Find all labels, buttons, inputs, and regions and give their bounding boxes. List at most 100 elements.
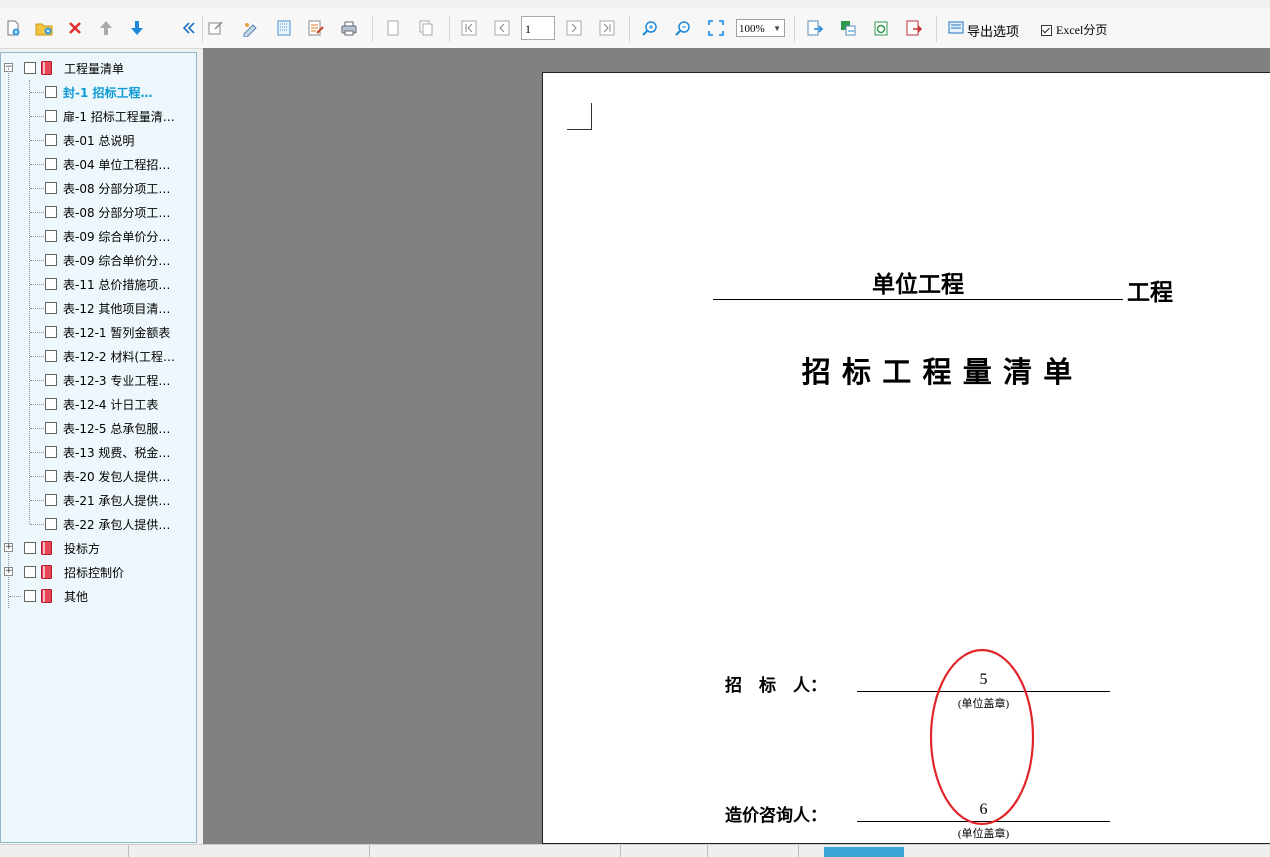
export-options-button[interactable]: 导出选项 — [967, 21, 1019, 40]
new-folder-icon[interactable] — [34, 18, 54, 38]
design-icon[interactable] — [240, 18, 260, 38]
toolbar: 1 100% ▼ 导出选项 Excel分页 — [0, 8, 1270, 49]
single-page-icon[interactable] — [383, 18, 403, 38]
move-down-icon[interactable] — [127, 18, 147, 38]
tree-checkbox[interactable] — [45, 230, 57, 242]
tree-item[interactable]: 表-20 发包人提供… — [1, 464, 196, 488]
tree-item-label: 表-12-1 暂列金额表 — [63, 326, 171, 340]
page-setup-icon[interactable] — [274, 18, 294, 38]
page-number-input[interactable]: 1 — [521, 16, 555, 40]
export-pdf-icon[interactable] — [904, 18, 924, 38]
expand-icon[interactable]: + — [4, 567, 13, 576]
tree-item-label: 表-01 总说明 — [63, 134, 135, 148]
tree-checkbox[interactable] — [45, 182, 57, 194]
report-edit-icon[interactable] — [306, 18, 326, 38]
tree-checkbox[interactable] — [45, 470, 57, 482]
export-options-icon[interactable] — [946, 18, 966, 38]
last-page-icon[interactable] — [597, 18, 617, 38]
tree-checkbox[interactable] — [45, 254, 57, 266]
status-segment — [370, 845, 621, 857]
status-bar — [0, 844, 1270, 857]
book-icon — [41, 541, 52, 555]
next-page-icon[interactable] — [564, 18, 584, 38]
tree-item[interactable]: 表-12-2 材料(工程… — [1, 344, 196, 368]
tree-item[interactable]: 表-12-5 总承包服… — [1, 416, 196, 440]
tree-item-label: 其他 — [64, 590, 89, 604]
separator — [794, 16, 795, 42]
export-excel-icon[interactable] — [838, 18, 858, 38]
tree-item[interactable]: 表-09 综合单价分… — [1, 248, 196, 272]
tree-item-label: 表-12-2 材料(工程… — [63, 350, 176, 364]
tree-checkbox[interactable] — [45, 134, 57, 146]
tree-checkbox[interactable] — [45, 374, 57, 386]
fit-page-icon[interactable] — [706, 18, 726, 38]
tree-item[interactable]: 表-21 承包人提供… — [1, 488, 196, 512]
tree-checkbox[interactable] — [45, 494, 57, 506]
book-icon — [41, 61, 52, 75]
delete-icon[interactable] — [65, 18, 85, 38]
tree-checkbox[interactable] — [45, 350, 57, 362]
tree-checkbox[interactable] — [45, 206, 57, 218]
zoom-out-icon[interactable] — [673, 18, 693, 38]
tree-item-label: 表-09 综合单价分… — [63, 254, 171, 268]
tree-checkbox[interactable] — [24, 62, 36, 74]
book-icon — [41, 565, 52, 579]
tree-checkbox[interactable] — [45, 302, 57, 314]
tree-item-label: 封-1 招标工程… — [63, 86, 153, 100]
tree-item[interactable]: 封-1 招标工程… — [1, 80, 196, 104]
tree-item[interactable]: 表-13 规费、税金… — [1, 440, 196, 464]
export-refresh-icon[interactable] — [871, 18, 891, 38]
multi-page-icon[interactable] — [416, 18, 436, 38]
crop-mark — [567, 103, 592, 130]
tree-item-label: 工程量清单 — [64, 62, 125, 76]
zoom-in-icon[interactable] — [640, 18, 660, 38]
tree-checkbox[interactable] — [24, 590, 36, 602]
tree-item[interactable]: 表-08 分部分项工… — [1, 200, 196, 224]
tree-checkbox[interactable] — [45, 86, 57, 98]
tree-group[interactable]: + 投标方 — [1, 536, 196, 560]
tree-item[interactable]: 扉-1 招标工程量清… — [1, 104, 196, 128]
tree-group[interactable]: + 招标控制价 — [1, 560, 196, 584]
excel-paging-checkbox[interactable] — [1041, 25, 1052, 36]
tree-item[interactable]: 表-01 总说明 — [1, 128, 196, 152]
report-tree: − 工程量清单封-1 招标工程… 扉-1 招标工程量清… 表-01 总说明表-04 单… — [0, 52, 197, 843]
tree-item[interactable]: 表-11 总价措施项… — [1, 272, 196, 296]
tree-checkbox[interactable] — [24, 542, 36, 554]
tree-item[interactable]: 表-12 其他项目清… — [1, 296, 196, 320]
tree-checkbox[interactable] — [45, 110, 57, 122]
new-report-icon[interactable] — [3, 18, 23, 38]
print-icon[interactable] — [339, 18, 359, 38]
tree-item[interactable]: 表-08 分部分项工… — [1, 176, 196, 200]
expand-icon[interactable]: + — [4, 543, 13, 552]
prev-page-icon[interactable] — [492, 18, 512, 38]
move-up-icon[interactable] — [96, 18, 116, 38]
tree-checkbox[interactable] — [45, 158, 57, 170]
edit-icon[interactable] — [206, 18, 226, 38]
tree-item[interactable]: 表-12-1 暂列金额表 — [1, 320, 196, 344]
report-page: 单位工程 工程 招 标 工 程 量 清 单 招 标 人： 5 (单位盖章) 造价… — [542, 72, 1270, 844]
tree-item-label: 招标控制价 — [64, 566, 125, 580]
tree-checkbox[interactable] — [45, 446, 57, 458]
tree-group[interactable]: 其他 — [1, 584, 196, 608]
first-page-icon[interactable] — [459, 18, 479, 38]
separator — [202, 16, 203, 42]
project-suffix: 工程 — [1127, 280, 1173, 305]
tree-checkbox[interactable] — [45, 278, 57, 290]
tree-root[interactable]: − 工程量清单 — [1, 56, 196, 80]
collapse-panel-icon[interactable] — [179, 18, 199, 38]
tree-item[interactable]: 表-09 综合单价分… — [1, 224, 196, 248]
tree-item[interactable]: 表-12-3 专业工程… — [1, 368, 196, 392]
tree-checkbox[interactable] — [24, 566, 36, 578]
separator — [629, 16, 630, 42]
tree-item[interactable]: 表-22 承包人提供… — [1, 512, 196, 536]
document-title: 招 标 工 程 量 清 单 — [801, 357, 1075, 389]
tree-checkbox[interactable] — [45, 422, 57, 434]
tree-checkbox[interactable] — [45, 398, 57, 410]
zoom-select[interactable]: 100% ▼ — [736, 19, 785, 37]
tree-item[interactable]: 表-04 单位工程招… — [1, 152, 196, 176]
tree-checkbox[interactable] — [45, 518, 57, 530]
annotation-ellipse — [929, 648, 1035, 826]
tree-item[interactable]: 表-12-4 计日工表 — [1, 392, 196, 416]
export-icon[interactable] — [805, 18, 825, 38]
tree-checkbox[interactable] — [45, 326, 57, 338]
